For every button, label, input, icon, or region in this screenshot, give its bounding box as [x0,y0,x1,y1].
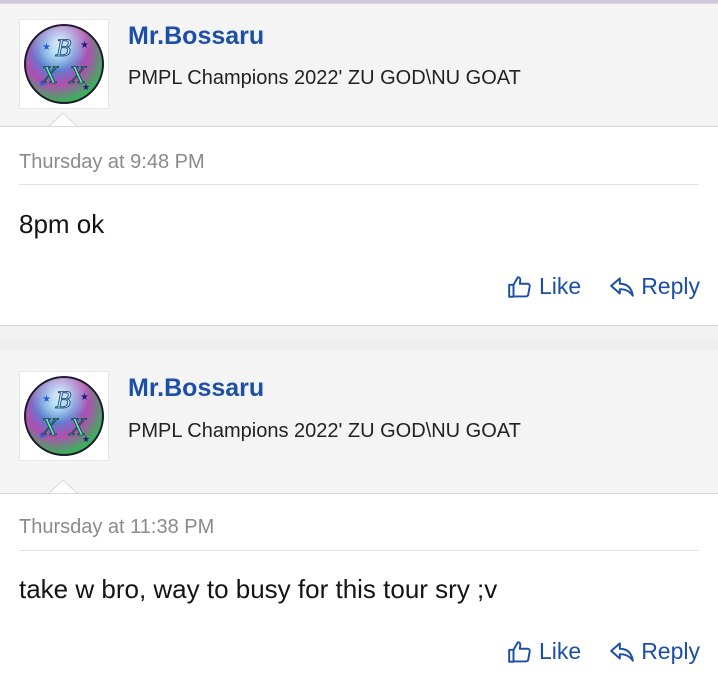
avatar-orb-icon: B X X ★ ★ ★ ★ [24,376,104,456]
post-actions: Like Reply [507,638,700,665]
svg-text:★: ★ [82,434,90,444]
svg-text:★: ★ [82,82,90,92]
avatar[interactable]: B X X ★ ★ ★ ★ [19,371,109,461]
post-header: B X X ★ ★ ★ ★ Mr.Bossaru PMPL Champions … [0,350,718,494]
reply-label: Reply [641,638,700,664]
avatar-letter: B [55,389,72,414]
reply-arrow-icon [610,641,634,662]
avatar[interactable]: B X X ★ ★ ★ ★ [19,19,109,109]
svg-text:★: ★ [38,78,46,88]
like-button[interactable]: Like [507,273,581,300]
post-separator [0,338,718,350]
username[interactable]: Mr.Bossaru [128,374,264,403]
like-label: Like [538,273,582,299]
divider [19,184,699,185]
avatar-letter: B [55,37,72,62]
svg-text:★: ★ [80,40,89,51]
post-header: B X X ★ ★ ★ ★ Mr.Bossaru PMPL Champions … [0,4,718,127]
svg-text:★: ★ [38,430,46,440]
thumbs-up-icon [508,275,531,298]
post-pointer-arrow [48,112,78,127]
post-message: 8pm ok [19,209,105,239]
svg-text:★: ★ [42,394,51,405]
post-message: take w bro, way to busy for this tour sr… [19,574,498,604]
post-timestamp[interactable]: Thursday at 11:38 PM [19,516,214,539]
avatar-orb-icon: B X X ★ ★ ★ ★ [24,24,104,104]
post-body: Thursday at 11:38 PM take w bro, way to … [0,493,718,693]
reply-label: Reply [641,273,700,299]
thumbs-up-icon [508,640,531,663]
like-button[interactable]: Like [507,638,581,665]
username[interactable]: Mr.Bossaru [128,22,264,51]
like-label: Like [538,638,582,664]
post-actions: Like Reply [507,273,700,300]
post-timestamp[interactable]: Thursday at 9:48 PM [19,151,205,174]
reply-button[interactable]: Reply [609,638,700,665]
user-title: PMPL Champions 2022' ZU GOD\NU GOAT [128,67,521,89]
post-body: Thursday at 9:48 PM 8pm ok Like Reply [0,126,718,326]
divider [19,550,699,551]
reply-arrow-icon [610,276,634,297]
user-title: PMPL Champions 2022' ZU GOD\NU GOAT [128,420,521,442]
reply-button[interactable]: Reply [609,273,700,300]
svg-text:★: ★ [42,42,51,53]
svg-text:★: ★ [80,392,89,403]
post-pointer-arrow [48,479,78,494]
